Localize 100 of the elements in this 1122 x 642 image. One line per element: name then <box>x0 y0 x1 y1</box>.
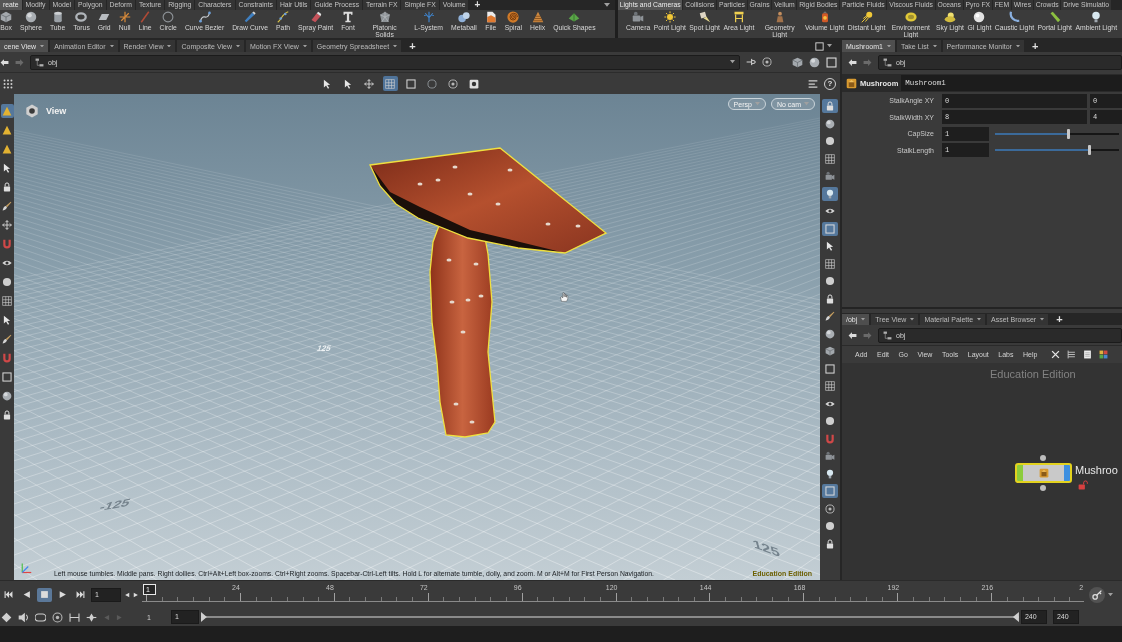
caret-icon[interactable] <box>730 60 735 64</box>
toolbar-button[interactable] <box>822 501 838 516</box>
toolbar-button[interactable] <box>822 186 838 201</box>
forward-arrow-icon <box>15 57 24 67</box>
grid-icon <box>385 78 395 89</box>
lock-icon <box>825 538 835 549</box>
cloud-icon <box>944 11 956 23</box>
diamond-line-icon[interactable] <box>86 611 97 623</box>
caret-icon[interactable] <box>40 44 45 48</box>
toolbar-button[interactable] <box>403 76 419 91</box>
input-port[interactable] <box>1040 455 1046 461</box>
toolbar-button[interactable] <box>382 76 398 91</box>
cylinder-icon <box>51 11 64 23</box>
square-icon[interactable] <box>826 56 837 68</box>
toolbar-button[interactable] <box>822 361 838 376</box>
toolbar-button[interactable] <box>0 199 14 213</box>
toolbar-button[interactable] <box>0 370 14 384</box>
caret-icon[interactable] <box>604 3 610 7</box>
magnet-icon <box>2 239 12 249</box>
sphere-icon[interactable] <box>809 56 820 68</box>
step-back-icon[interactable] <box>124 591 130 598</box>
add-tab-button[interactable]: + <box>403 40 422 52</box>
toolbar-button[interactable] <box>445 76 461 91</box>
caret-icon[interactable] <box>393 44 398 48</box>
camera-icon <box>632 11 645 23</box>
add-tab-button[interactable]: + <box>469 0 486 10</box>
range-handle[interactable] <box>1012 612 1019 622</box>
key-button[interactable] <box>1089 586 1105 603</box>
capsule-icon[interactable] <box>35 611 46 623</box>
range-handle[interactable] <box>200 612 207 622</box>
hand-cursor-icon <box>559 292 569 302</box>
toolbar-button[interactable] <box>361 76 377 91</box>
toolbar-button[interactable] <box>0 275 14 289</box>
caret-icon[interactable] <box>886 44 891 48</box>
range-slider[interactable] <box>200 612 1019 622</box>
back-arrow-icon[interactable] <box>848 57 857 67</box>
back-arrow-icon[interactable] <box>0 57 9 67</box>
toolbar-button[interactable] <box>822 256 838 271</box>
caret-icon[interactable] <box>1015 44 1020 48</box>
caret-icon[interactable] <box>1040 318 1045 321</box>
blobs-icon <box>457 11 470 23</box>
magnet-icon <box>825 433 835 444</box>
playback-button[interactable] <box>37 587 52 602</box>
slider-handle[interactable] <box>1066 128 1070 139</box>
caret-icon[interactable] <box>932 44 937 48</box>
caret-icon[interactable] <box>1108 592 1113 597</box>
caret-icon[interactable] <box>977 318 982 321</box>
speaker-icon[interactable] <box>18 611 29 623</box>
cube-icon[interactable] <box>792 56 803 68</box>
hook-icon <box>1008 11 1021 23</box>
toolbar-button[interactable] <box>0 389 14 403</box>
target-icon[interactable] <box>52 611 63 623</box>
back-arrow-icon[interactable] <box>848 330 857 340</box>
bulb-icon <box>1090 11 1103 23</box>
network-canvas[interactable]: Education Edition Mushroo <box>842 363 1122 580</box>
tiles-icon[interactable] <box>1098 350 1108 359</box>
toolbar-button[interactable] <box>0 294 14 308</box>
slider-handle[interactable] <box>1087 145 1091 155</box>
add-tab-button[interactable]: + <box>1025 40 1045 52</box>
disc-icon <box>825 276 835 286</box>
grid-icon <box>825 258 835 269</box>
diamond-icon[interactable] <box>1 611 12 623</box>
slider-track[interactable] <box>995 128 1119 139</box>
play-icon <box>58 590 67 599</box>
output-port[interactable] <box>1040 485 1046 491</box>
toolbar-button[interactable] <box>0 218 14 232</box>
cross-icon[interactable] <box>1050 350 1060 359</box>
network-node[interactable] <box>1015 463 1072 483</box>
sphere-icon <box>2 391 12 401</box>
caret-icon[interactable] <box>109 44 114 48</box>
skip-start-icon <box>4 590 13 599</box>
document-icon[interactable] <box>1082 350 1092 359</box>
open-lock-icon[interactable] <box>1078 480 1088 490</box>
spiral-icon <box>507 11 520 23</box>
slider-track[interactable] <box>995 145 1119 155</box>
hexagon-icon[interactable] <box>25 104 39 118</box>
toolbar-button[interactable] <box>0 332 14 346</box>
pin-icon[interactable] <box>746 57 756 67</box>
skip-end-icon <box>76 590 85 599</box>
caret-icon[interactable] <box>167 44 172 48</box>
add-tab-button[interactable]: + <box>1050 314 1069 325</box>
caret-icon[interactable] <box>827 44 832 48</box>
bars-icon[interactable] <box>808 78 818 89</box>
caret-icon[interactable] <box>235 44 240 48</box>
h-bar-icon[interactable] <box>69 611 80 623</box>
toolbar-button[interactable] <box>822 151 838 166</box>
caret-icon[interactable] <box>861 318 866 321</box>
tree-icon <box>422 11 435 23</box>
caret-icon[interactable] <box>302 44 307 48</box>
step-forward-icon[interactable] <box>133 591 139 598</box>
toolbar-button[interactable] <box>822 221 838 236</box>
brush-icon <box>2 334 12 344</box>
square-icon[interactable] <box>815 41 824 51</box>
target-icon[interactable] <box>762 57 772 67</box>
brush-icon <box>2 201 12 211</box>
toolbar-button[interactable] <box>0 104 14 118</box>
list-icon[interactable] <box>1066 350 1076 359</box>
toolbar-button[interactable] <box>822 379 838 393</box>
caret-icon[interactable] <box>910 318 915 321</box>
dot-grid-icon[interactable] <box>3 78 13 89</box>
